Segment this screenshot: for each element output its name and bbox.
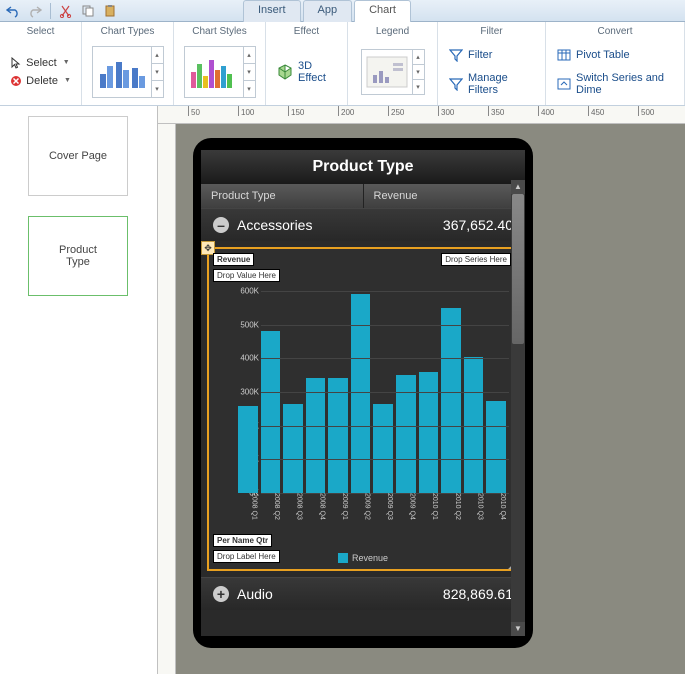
- group-chart-styles-title: Chart Styles: [182, 26, 257, 37]
- chart-styles-gallery[interactable]: ▴▾▾: [184, 46, 256, 98]
- gallery-up-3[interactable]: ▴: [413, 50, 424, 65]
- row-name: Accessories: [237, 217, 443, 233]
- chart-selection[interactable]: ✥ Revenue Drop Value Here Drop Series He…: [207, 247, 519, 571]
- paste-button[interactable]: [101, 2, 119, 20]
- gallery-down-3[interactable]: ▾: [413, 65, 424, 80]
- select-button[interactable]: Select▼: [6, 55, 75, 71]
- swap-icon: [557, 77, 571, 91]
- row-name: Audio: [237, 586, 443, 602]
- chart-legend: Revenue: [338, 553, 388, 563]
- device-title: Product Type: [201, 150, 525, 184]
- cursor-icon: [10, 57, 22, 69]
- delete-icon: [10, 75, 22, 87]
- col-revenue[interactable]: Revenue: [364, 184, 526, 208]
- legend-gallery[interactable]: ▴▾▾: [361, 49, 425, 95]
- ribbon-tabs: Insert App Chart: [243, 0, 413, 22]
- 3d-effect-button[interactable]: 3D Effect: [274, 58, 339, 86]
- x-axis: 2008 Q12008 Q22008 Q32008 Q42009 Q12009 …: [235, 493, 509, 533]
- drop-value-zone[interactable]: Drop Value Here: [213, 269, 280, 282]
- ruler-horizontal: 50100150200250300350400450500: [158, 106, 685, 124]
- thumb-cover-page[interactable]: Cover Page: [28, 116, 128, 196]
- gallery-up[interactable]: ▴: [152, 47, 163, 64]
- workspace: Cover Page Product Type 5010015020025030…: [0, 106, 685, 674]
- col-product-type[interactable]: Product Type: [201, 184, 364, 208]
- bar[interactable]: [261, 331, 281, 493]
- legend-swatch: [338, 553, 348, 563]
- gallery-more-2[interactable]: ▾: [244, 81, 255, 97]
- chart-types-gallery[interactable]: ▴▾▾: [92, 46, 164, 98]
- undo-button[interactable]: [4, 2, 22, 20]
- colored-bars-icon: [188, 52, 238, 92]
- gallery-down[interactable]: ▾: [152, 64, 163, 81]
- device-scrollbar[interactable]: ▲ ▼: [511, 180, 525, 636]
- table-icon: [557, 48, 571, 62]
- funnel-icon: [449, 48, 463, 62]
- row-value: 828,869.61: [443, 586, 513, 602]
- switch-series-button[interactable]: Switch Series and Dime: [554, 70, 676, 98]
- ruler-vertical: [158, 124, 176, 674]
- canvas: 50100150200250300350400450500 Product Ty…: [158, 106, 685, 674]
- row-value: 367,652.40: [443, 217, 513, 233]
- legend-icon: [365, 55, 409, 89]
- row-audio[interactable]: + Audio 828,869.61: [201, 577, 525, 610]
- group-select-title: Select: [8, 26, 73, 37]
- collapse-icon[interactable]: –: [213, 217, 229, 233]
- group-convert-title: Convert: [554, 26, 676, 37]
- category-label: Per Name Qtr: [213, 534, 272, 547]
- gallery-more[interactable]: ▾: [152, 81, 163, 97]
- column-headers: Product Type Revenue: [201, 184, 525, 208]
- cube-icon: [277, 64, 293, 80]
- drop-label-zone[interactable]: Drop Label Here: [213, 550, 280, 563]
- bar[interactable]: [306, 378, 326, 493]
- bar[interactable]: [328, 378, 348, 493]
- gallery-down-2[interactable]: ▾: [244, 64, 255, 81]
- expand-icon[interactable]: +: [213, 586, 229, 602]
- tab-app[interactable]: App: [303, 0, 353, 22]
- ribbon: Select Select▼ Delete▼ Chart Types ▴▾▾: [0, 22, 685, 106]
- bar[interactable]: [419, 372, 439, 493]
- group-legend-title: Legend: [356, 26, 429, 37]
- bar[interactable]: [373, 404, 393, 493]
- bar[interactable]: [238, 406, 258, 493]
- funnel-gear-icon: [449, 77, 463, 91]
- cut-button[interactable]: [57, 2, 75, 20]
- thumb-product-type[interactable]: Product Type: [28, 216, 128, 296]
- chart-plot: 0K100K200K300K400K500K600K: [235, 291, 509, 493]
- quick-access-toolbar: Insert App Chart: [0, 0, 685, 22]
- row-accessories[interactable]: – Accessories 367,652.40: [201, 208, 525, 241]
- bar[interactable]: [283, 404, 303, 493]
- scroll-down[interactable]: ▼: [511, 622, 525, 636]
- tab-insert[interactable]: Insert: [243, 0, 301, 22]
- copy-button[interactable]: [79, 2, 97, 20]
- bar[interactable]: [486, 401, 506, 493]
- bar-chart-icon: [96, 52, 146, 92]
- drop-series-zone[interactable]: Drop Series Here: [441, 253, 511, 266]
- bar[interactable]: [441, 308, 461, 493]
- series-label: Revenue: [213, 253, 254, 266]
- group-effect-title: Effect: [274, 26, 339, 37]
- tab-chart[interactable]: Chart: [354, 0, 411, 22]
- redo-button[interactable]: [26, 2, 44, 20]
- gallery-up-2[interactable]: ▴: [244, 47, 255, 64]
- device-frame: Product Type Product Type Revenue – Acce…: [193, 138, 533, 648]
- delete-button[interactable]: Delete▼: [6, 73, 75, 89]
- thumbnail-panel: Cover Page Product Type: [0, 106, 158, 674]
- group-filter-title: Filter: [446, 26, 537, 37]
- scroll-up[interactable]: ▲: [511, 180, 525, 194]
- manage-filters-button[interactable]: Manage Filters: [446, 70, 537, 98]
- filter-button[interactable]: Filter: [446, 46, 537, 64]
- pivot-table-button[interactable]: Pivot Table: [554, 46, 676, 64]
- group-chart-types-title: Chart Types: [90, 26, 165, 37]
- gallery-more-3[interactable]: ▾: [413, 80, 424, 94]
- scroll-thumb[interactable]: [512, 194, 524, 344]
